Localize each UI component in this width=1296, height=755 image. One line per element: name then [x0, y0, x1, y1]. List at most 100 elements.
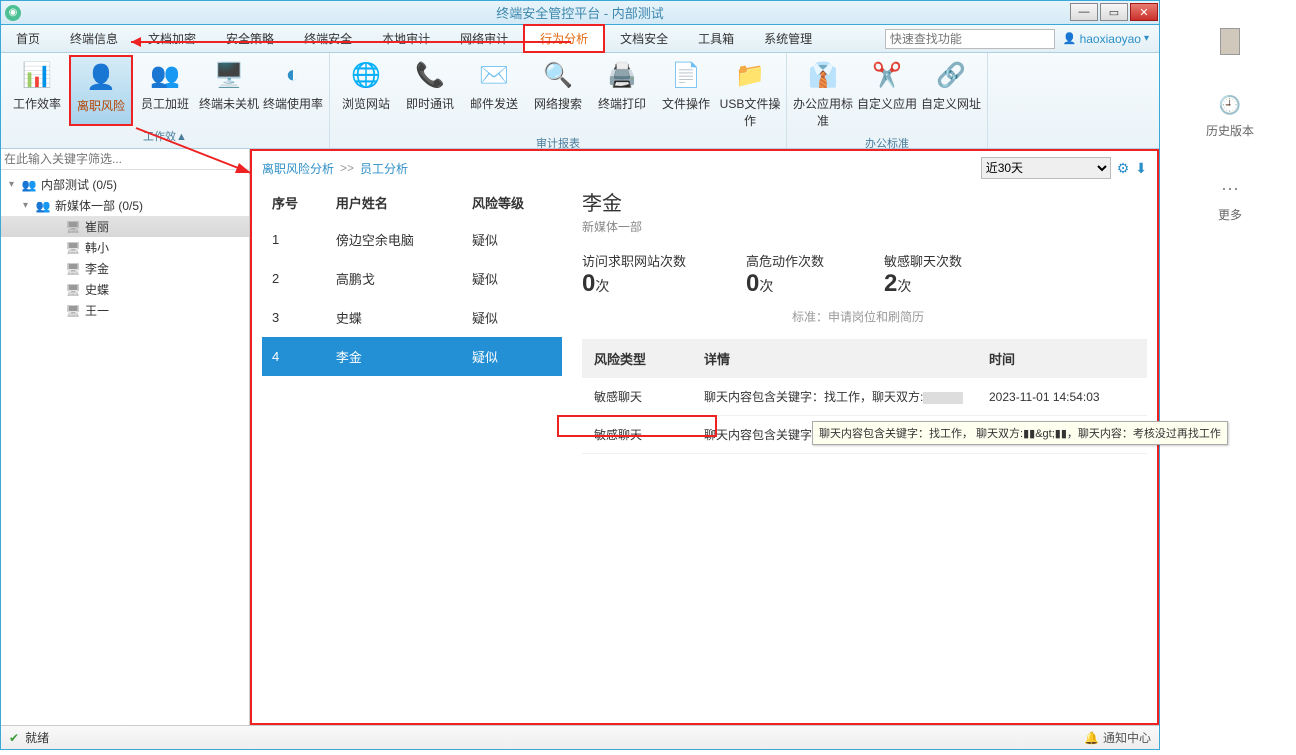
list-row[interactable]: 1傍边空余电脑疑似 — [262, 220, 562, 259]
notify-icon[interactable]: 🔔 — [1084, 731, 1099, 745]
minimize-button[interactable]: — — [1070, 3, 1098, 21]
dcol-detail: 详情 — [692, 339, 977, 378]
more-button[interactable]: ⋯更多 — [1218, 179, 1242, 223]
cell-index: 1 — [262, 220, 326, 259]
date-range-select[interactable]: 近30天 — [981, 157, 1111, 179]
ribbon-btn-0-3[interactable]: 🖥️终端未关机 — [197, 55, 261, 126]
ribbon-btn-0-0[interactable]: 📊工作效率 — [5, 55, 69, 126]
tree-group[interactable]: ▾👥新媒体一部 (0/5) — [1, 195, 249, 216]
menu-9[interactable]: 工具箱 — [683, 25, 749, 52]
list-row[interactable]: 2高鹏戈疑似 — [262, 259, 562, 298]
tree-member-0[interactable]: 🖥崔丽 — [1, 216, 249, 237]
stats-row: 访问求职网站次数0次高危动作次数0次敏感聊天次数2次 — [582, 251, 1147, 298]
list-row[interactable]: 3史蝶疑似 — [262, 298, 562, 337]
ribbon-btn-1-0[interactable]: 🌐浏览网站 — [334, 55, 398, 133]
cell-detail: 聊天内容包含关键字：找工作，聊天双方: — [692, 378, 977, 416]
member-label: 崔丽 — [85, 218, 109, 235]
stat-2: 敏感聊天次数2次 — [884, 251, 962, 298]
tree-root-label: 内部测试 (0/5) — [41, 176, 117, 193]
status-text: 就绪 — [25, 729, 49, 746]
cell-name: 李金 — [326, 337, 462, 376]
app-window: ◉ 终端安全管控平台 - 内部测试 — ▭ ✕ 首页终端信息文档加密安全策略终端… — [0, 0, 1160, 750]
tooltip: 聊天内容包含关键字：找工作， 聊天双方:▮▮&gt;▮▮，聊天内容：考核没过再找… — [812, 421, 1228, 445]
stat-label: 高危动作次数 — [746, 251, 824, 270]
history-label: 历史版本 — [1206, 122, 1254, 139]
tree-member-4[interactable]: 🖥王一 — [1, 300, 249, 321]
crumb-root[interactable]: 离职风险分析 — [262, 160, 334, 177]
clock-icon: 🕘 — [1219, 95, 1241, 116]
ribbon-icon: 🌐 — [350, 59, 382, 91]
menu-10[interactable]: 系统管理 — [749, 25, 827, 52]
menu-5[interactable]: 本地审计 — [367, 25, 445, 52]
ribbon-label: USB文件操作 — [718, 95, 782, 129]
ribbon-btn-2-2[interactable]: 🔗自定义网址 — [919, 55, 983, 133]
ribbon-btn-1-1[interactable]: 📞即时通讯 — [398, 55, 462, 133]
cell-time: 2023-11-01 14:54:03 — [977, 378, 1147, 416]
list-row[interactable]: 4李金疑似 — [262, 337, 562, 376]
ribbon-group-2: 👔办公应用标准✂️自定义应用🔗自定义网址办公标准 — [787, 53, 988, 148]
ribbon-btn-0-2[interactable]: 👥员工加班 — [133, 55, 197, 126]
ribbon-icon: ◐ — [277, 59, 309, 91]
stat-label: 访问求职网站次数 — [582, 251, 686, 270]
tree-member-3[interactable]: 🖥史蝶 — [1, 279, 249, 300]
titlebar: ◉ 终端安全管控平台 - 内部测试 — ▭ ✕ — [1, 1, 1159, 25]
col-index: 序号 — [262, 185, 326, 220]
side-thumbnail[interactable] — [1220, 28, 1240, 55]
search-input[interactable] — [885, 29, 1055, 49]
ribbon-btn-2-0[interactable]: 👔办公应用标准 — [791, 55, 855, 133]
member-label: 王一 — [85, 302, 109, 319]
menu-7[interactable]: 行为分析 — [523, 24, 605, 53]
ribbon-btn-0-4[interactable]: ◐ 终端使用率 — [261, 55, 325, 126]
tree-group-label: 新媒体一部 (0/5) — [55, 197, 143, 214]
detail-dept: 新媒体一部 — [582, 218, 1147, 235]
dcol-type: 风险类型 — [582, 339, 692, 378]
settings-icon[interactable]: ⚙ — [1117, 160, 1130, 177]
stat-label: 敏感聊天次数 — [884, 251, 962, 270]
ribbon-btn-1-2[interactable]: ✉️邮件发送 — [462, 55, 526, 133]
menu-6[interactable]: 网络审计 — [445, 25, 523, 52]
cell-name: 高鹏戈 — [326, 259, 462, 298]
maximize-button[interactable]: ▭ — [1100, 3, 1128, 21]
menu-4[interactable]: 终端安全 — [289, 25, 367, 52]
ribbon-btn-0-1[interactable]: 👤离职风险 — [69, 55, 133, 126]
crumb-current[interactable]: 员工分析 — [360, 160, 408, 177]
ribbon-label: 办公应用标准 — [791, 95, 855, 129]
tree-root[interactable]: ▾👥内部测试 (0/5) — [1, 174, 249, 195]
detail-row[interactable]: 敏感聊天聊天内容包含关键字：找工作，聊天双方:2023-11-01 14:54:… — [582, 378, 1147, 416]
close-button[interactable]: ✕ — [1130, 3, 1158, 21]
ribbon-label: 自定义应用 — [857, 95, 917, 112]
download-icon[interactable]: ⬇ — [1135, 160, 1147, 177]
ribbon-btn-1-6[interactable]: 📁USB文件操作 — [718, 55, 782, 133]
ribbon-label: 终端未关机 — [199, 95, 259, 112]
ribbon-label: 终端打印 — [598, 95, 646, 112]
sidebar-filter-input[interactable] — [4, 152, 246, 166]
tree-member-2[interactable]: 🖥李金 — [1, 258, 249, 279]
ribbon-label: 终端使用率 — [263, 95, 323, 112]
ribbon-label: 工作效率 — [13, 95, 61, 112]
menu-0[interactable]: 首页 — [1, 25, 55, 52]
tree-member-1[interactable]: 🖥韩小 — [1, 237, 249, 258]
window-title: 终端安全管控平台 - 内部测试 — [496, 3, 664, 22]
ribbon-btn-2-1[interactable]: ✂️ 自定义应用 — [855, 55, 919, 133]
menu-3[interactable]: 安全策略 — [211, 25, 289, 52]
ribbon-label: 邮件发送 — [470, 95, 518, 112]
cell-index: 2 — [262, 259, 326, 298]
crumb-sep: >> — [340, 161, 354, 175]
user-menu[interactable]: haoxiaoyao — [1063, 25, 1149, 52]
ribbon-label: 文件操作 — [662, 95, 710, 112]
history-button[interactable]: 🕘 历史版本 — [1206, 95, 1254, 139]
ribbon-group-0: 📊工作效率👤离职风险👥员工加班🖥️终端未关机◐终端使用率工作效▲ — [1, 53, 330, 148]
menu-8[interactable]: 文档安全 — [605, 25, 683, 52]
status-ok-icon: ✔ — [9, 731, 19, 745]
ribbon-btn-1-5[interactable]: 📄文件操作 — [654, 55, 718, 133]
menu-2[interactable]: 文档加密 — [133, 25, 211, 52]
ribbon-group-1: 🌐浏览网站📞即时通讯✉️邮件发送🔍网络搜索🖨️终端打印📄文件操作📁USB文件操作… — [330, 53, 787, 148]
pc-icon: 🖥 — [65, 283, 81, 297]
ribbon-icon: ✂️ — [871, 59, 903, 91]
menu-1[interactable]: 终端信息 — [55, 25, 133, 52]
ribbon-btn-1-4[interactable]: 🖨️终端打印 — [590, 55, 654, 133]
menubar: 首页终端信息文档加密安全策略终端安全本地审计网络审计行为分析文档安全工具箱系统管… — [1, 25, 1159, 53]
stat-value: 0次 — [582, 270, 686, 298]
notify-label[interactable]: 通知中心 — [1103, 729, 1151, 746]
ribbon-btn-1-3[interactable]: 🔍网络搜索 — [526, 55, 590, 133]
